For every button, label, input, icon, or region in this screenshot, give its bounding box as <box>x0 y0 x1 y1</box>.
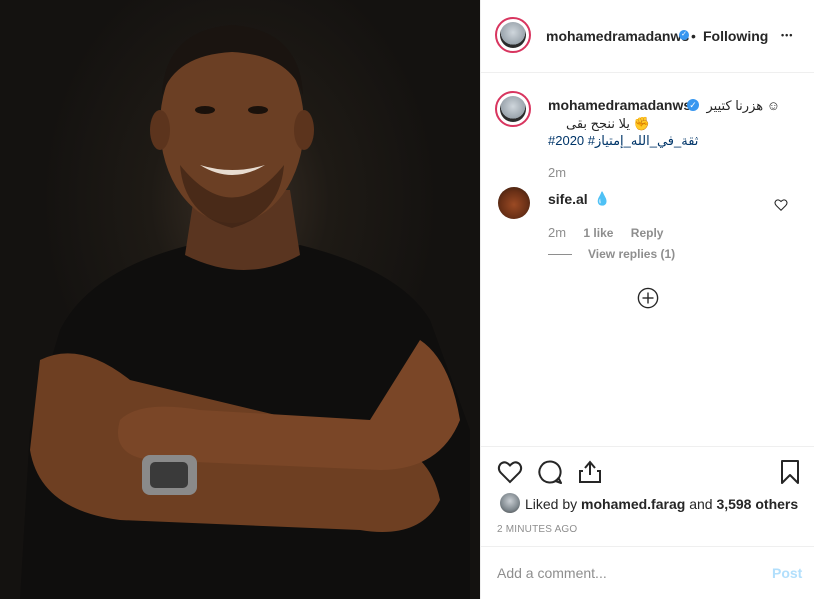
post-time-ago[interactable]: 2 MINUTES AGO <box>497 524 577 535</box>
caption-timestamp[interactable]: 2m <box>548 165 566 180</box>
caption-line-2: يلا ننجح بقى ✊ <box>566 116 650 131</box>
view-replies-label: View replies (1) <box>588 247 676 261</box>
post-sidebar: mohamedramadanws ✓ • Following ••• moham… <box>480 0 814 599</box>
caption-line-1: هزرنا كتيير ☺ <box>706 98 780 113</box>
replies-divider <box>548 254 572 256</box>
commenter-avatar[interactable] <box>498 187 530 219</box>
author-username[interactable]: mohamedramadanws <box>546 28 689 44</box>
heart-icon[interactable] <box>497 459 523 485</box>
caption-text: هزرنا كتيير ☺ يلا ننجح بقى ✊ <box>548 97 780 133</box>
post-actions: Liked by mohamed.farag and 3,598 others … <box>481 446 814 547</box>
verified-icon: ✓ <box>679 30 689 40</box>
post-header: mohamedramadanws ✓ • Following ••• <box>481 0 814 73</box>
comment-meta: 2m 1 like Reply <box>548 225 677 240</box>
likes-others[interactable]: 3,598 others <box>716 496 798 512</box>
comment-composer: Add a comment... Post <box>481 546 814 600</box>
author-avatar[interactable] <box>495 17 531 53</box>
share-icon[interactable] <box>577 459 603 485</box>
liked-by-user[interactable]: mohamed.farag <box>581 496 685 512</box>
liker-avatar[interactable] <box>500 493 520 513</box>
comment-username[interactable]: sife.al <box>548 191 588 207</box>
comment-like-icon[interactable] <box>774 198 788 212</box>
caption-avatar[interactable] <box>495 91 531 127</box>
reply-button[interactable]: Reply <box>631 226 664 240</box>
portrait-image <box>20 25 470 599</box>
liked-by-label: Liked by <box>525 496 578 512</box>
comment-icon[interactable] <box>537 459 563 485</box>
post-photo[interactable] <box>0 0 480 599</box>
more-icon[interactable]: ••• <box>781 30 793 40</box>
plus-circle-icon[interactable] <box>637 287 659 309</box>
header-separator: • <box>691 28 696 44</box>
liked-by-and: and <box>689 496 713 512</box>
comment-likes[interactable]: 1 like <box>583 226 613 240</box>
bookmark-icon[interactable] <box>777 459 803 485</box>
comment-text: 💧 <box>594 191 611 206</box>
comment-timestamp[interactable]: 2m <box>548 225 566 240</box>
post-comment-button[interactable]: Post <box>772 565 802 581</box>
comment-input[interactable]: Add a comment... <box>497 565 607 581</box>
following-button[interactable]: Following <box>703 28 768 44</box>
view-replies-button[interactable]: View replies (1) <box>548 247 675 261</box>
likes-summary: Liked by mohamed.farag and 3,598 others <box>525 496 798 512</box>
comments-section: mohamedramadanws ✓ هزرنا كتيير ☺ يلا ننج… <box>481 73 814 445</box>
caption-hashtags[interactable]: #2020 #ثقة_في_الله_إمتياز <box>548 133 698 149</box>
